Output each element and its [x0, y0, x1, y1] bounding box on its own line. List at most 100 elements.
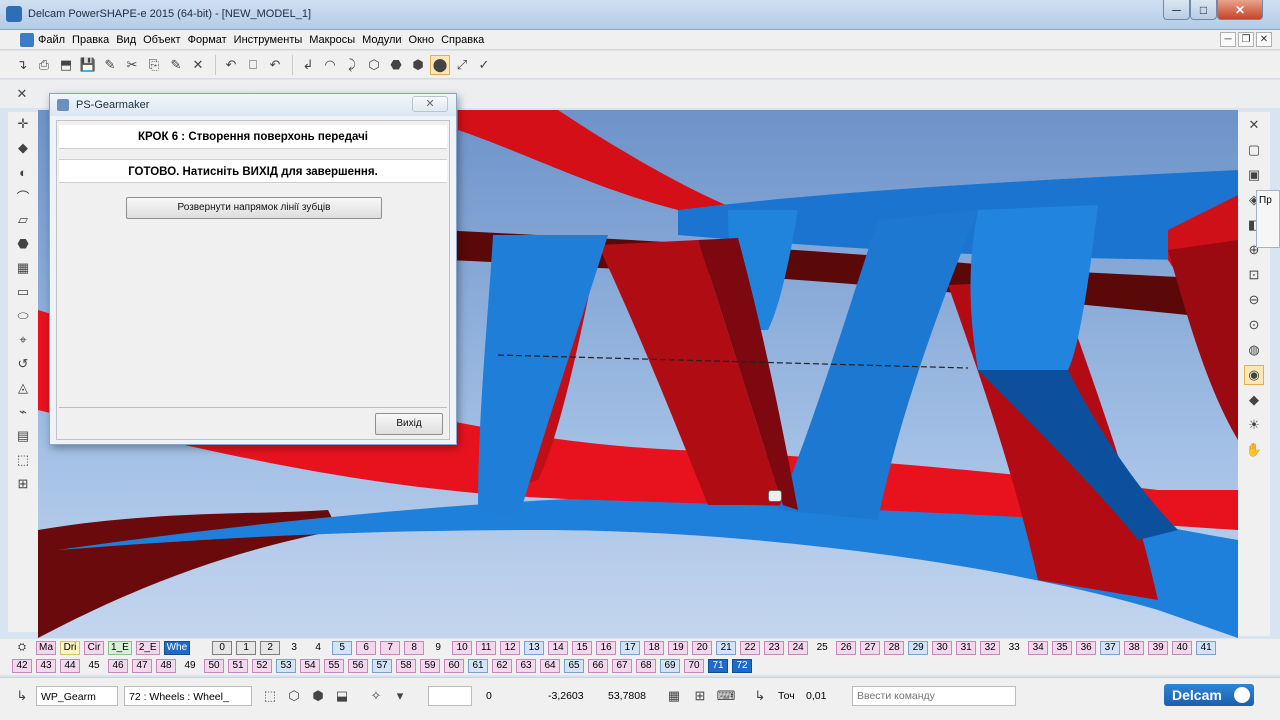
create-solid-icon[interactable]: ⬣: [13, 234, 33, 254]
dropdown-icon[interactable]: ▾: [390, 686, 410, 706]
level-button[interactable]: 1: [236, 641, 257, 655]
level-button[interactable]: 36: [1076, 641, 1097, 655]
lock-icon[interactable]: ⬓: [332, 686, 352, 706]
level-tab[interactable]: Cir: [84, 641, 105, 655]
level-button[interactable]: 61: [468, 659, 488, 673]
level-button[interactable]: 50: [204, 659, 224, 673]
analysis-icon[interactable]: ◬: [13, 378, 33, 398]
level-button[interactable]: 0: [212, 641, 233, 655]
level-button[interactable]: 58: [396, 659, 416, 673]
copy-icon[interactable]: ⎘: [144, 55, 164, 75]
level-button[interactable]: 37: [1100, 641, 1121, 655]
wireframe-icon[interactable]: ◍: [1244, 340, 1264, 360]
level-button[interactable]: 44: [60, 659, 80, 673]
level-button[interactable]: 10: [452, 641, 473, 655]
view-flyout[interactable]: Пр: [1256, 190, 1280, 248]
level-button[interactable]: 14: [548, 641, 569, 655]
level-icon[interactable]: ▤: [13, 426, 33, 446]
level-button[interactable]: 39: [1148, 641, 1169, 655]
transform-icon[interactable]: ↺: [13, 354, 33, 374]
level-button[interactable]: 27: [860, 641, 881, 655]
menu-view[interactable]: Вид: [116, 34, 143, 46]
lights-icon[interactable]: ☀: [1244, 415, 1264, 435]
level-button[interactable]: 22: [740, 641, 761, 655]
close-flyout-icon[interactable]: ✕: [12, 84, 32, 104]
level-button[interactable]: 67: [612, 659, 632, 673]
levels-icon[interactable]: ⛭: [12, 641, 32, 655]
create-line-icon[interactable]: ◆: [13, 138, 33, 158]
keyboard-icon[interactable]: ⌨: [716, 686, 736, 706]
level-tab[interactable]: Dri: [60, 641, 81, 655]
level-button[interactable]: 25: [812, 641, 832, 655]
level-button[interactable]: 31: [956, 641, 977, 655]
doc-close-button[interactable]: ✕: [1256, 32, 1272, 47]
level-button[interactable]: 52: [252, 659, 272, 673]
level-tab[interactable]: Ма: [36, 641, 57, 655]
level-button[interactable]: 55: [324, 659, 344, 673]
level-button[interactable]: 28: [884, 641, 905, 655]
level-button[interactable]: 2: [260, 641, 281, 655]
level-button[interactable]: 71: [708, 659, 728, 673]
curve-icon[interactable]: ⬣: [386, 55, 406, 75]
level-button[interactable]: 49: [180, 659, 200, 673]
zoom-box-icon[interactable]: ⊡: [1244, 265, 1264, 285]
level-button[interactable]: 29: [908, 641, 929, 655]
level-button[interactable]: 46: [108, 659, 128, 673]
close-button[interactable]: ✕: [1217, 0, 1263, 20]
level-button[interactable]: 23: [764, 641, 785, 655]
redo-icon[interactable]: ⎕: [243, 55, 263, 75]
level-button[interactable]: 70: [684, 659, 704, 673]
level-button[interactable]: 5: [332, 641, 353, 655]
dialog-close-button[interactable]: ✕: [412, 96, 448, 112]
calculator-icon[interactable]: ▦: [664, 686, 684, 706]
cut-icon[interactable]: ✂: [122, 55, 142, 75]
arc-icon[interactable]: ⤸: [342, 55, 362, 75]
level-tab[interactable]: Whe: [163, 641, 191, 655]
snap-grid-icon[interactable]: ⬡: [284, 686, 304, 706]
symbol-icon[interactable]: ⬭: [13, 306, 33, 326]
create-point-icon[interactable]: ✛: [13, 114, 33, 134]
doc-restore-button[interactable]: ❐: [1238, 32, 1254, 47]
text-icon[interactable]: ⬢: [408, 55, 428, 75]
open-icon[interactable]: ⎙: [34, 55, 54, 75]
menu-macros[interactable]: Макросы: [309, 34, 362, 46]
history-icon[interactable]: ↶: [265, 55, 285, 75]
menu-modules[interactable]: Модули: [362, 34, 408, 46]
view-front-icon[interactable]: ▣: [1244, 165, 1264, 185]
level-button[interactable]: 62: [492, 659, 512, 673]
document-icon[interactable]: [20, 32, 34, 47]
level-button[interactable]: 40: [1172, 641, 1193, 655]
shaded-icon[interactable]: ◉: [1244, 365, 1264, 385]
level-button[interactable]: 59: [420, 659, 440, 673]
paste-icon[interactable]: ✎: [166, 55, 186, 75]
level-select[interactable]: 72 : Wheels : Wheel_: [124, 686, 252, 706]
dimension-icon[interactable]: ▭: [13, 282, 33, 302]
level-button[interactable]: 4: [308, 641, 328, 655]
level-button[interactable]: 51: [228, 659, 248, 673]
level-button[interactable]: 47: [132, 659, 152, 673]
workplane-select[interactable]: WP_Gearm: [36, 686, 118, 706]
zoom-fit-icon[interactable]: ⊙: [1244, 315, 1264, 335]
solid-icon[interactable]: ⤢: [452, 55, 472, 75]
quick-select-icon[interactable]: ⊞: [13, 474, 33, 494]
pan-icon[interactable]: ✋: [1244, 440, 1264, 460]
level-button[interactable]: 7: [380, 641, 401, 655]
grid-icon[interactable]: ⊞: [690, 686, 710, 706]
level-button[interactable]: 17: [620, 641, 641, 655]
level-tab[interactable]: 2_E: [135, 641, 160, 655]
level-button[interactable]: 12: [500, 641, 521, 655]
wand-icon[interactable]: ✧: [366, 686, 386, 706]
level-button[interactable]: 32: [980, 641, 1001, 655]
level-button[interactable]: 26: [836, 641, 857, 655]
circle-icon[interactable]: ⬡: [364, 55, 384, 75]
menu-tools[interactable]: Инструменты: [234, 34, 310, 46]
level-button[interactable]: 72: [732, 659, 752, 673]
close-view-toolbar-icon[interactable]: ✕: [1244, 115, 1264, 135]
doc-minimize-button[interactable]: ─: [1220, 32, 1236, 47]
level-button[interactable]: 34: [1028, 641, 1049, 655]
snap-icon[interactable]: ⬚: [260, 686, 280, 706]
menu-edit[interactable]: Правка: [72, 34, 116, 46]
save-icon[interactable]: 💾: [78, 55, 98, 75]
level-button[interactable]: 20: [692, 641, 713, 655]
level-button[interactable]: 57: [372, 659, 392, 673]
